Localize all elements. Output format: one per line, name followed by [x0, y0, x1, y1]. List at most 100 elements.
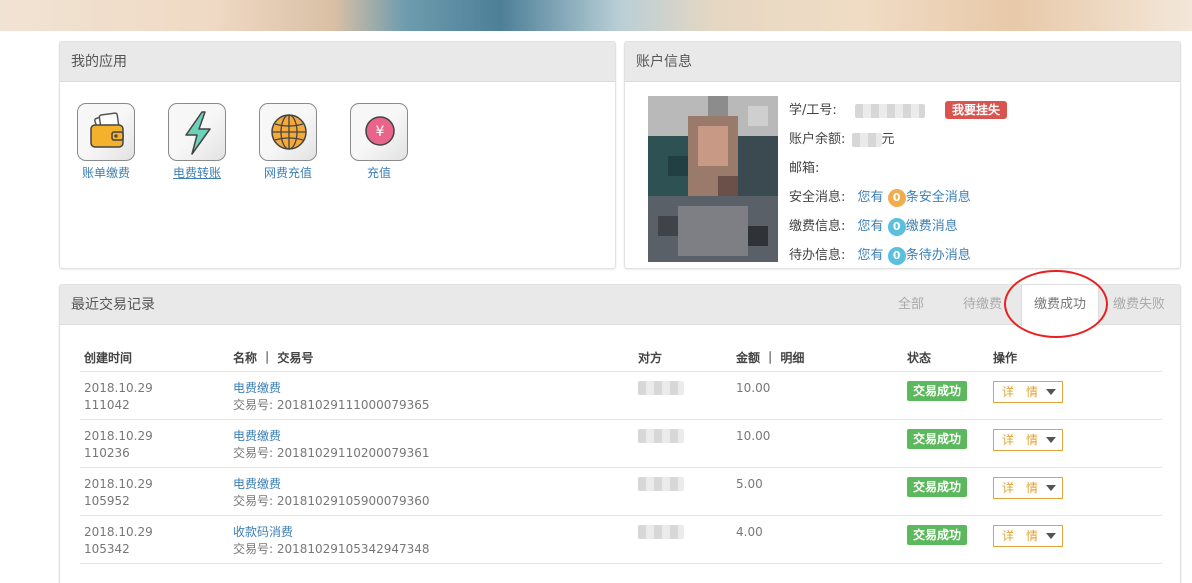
transaction-name-link[interactable]: 电费缴费	[233, 380, 634, 397]
amount-cell: 10.00	[732, 371, 903, 420]
transaction-name-link[interactable]: 电费缴费	[233, 476, 634, 493]
name-cell: 电费缴费 交易号: 20181029105900079360	[229, 467, 634, 516]
counterparty-value	[638, 429, 684, 443]
security-prefix: 您有	[857, 190, 884, 205]
app-label: 网费充值	[263, 166, 312, 180]
balance-row: 账户余额: 元	[789, 128, 895, 147]
my-apps-title: 我的应用	[60, 42, 615, 82]
name-cell: 电费缴费 交易号: 20181029111000079365	[229, 371, 634, 420]
todo-count-badge: 0	[887, 246, 906, 265]
table-header-row: 创建时间 名称 ｜ 交易号 对方 金额 ｜ 明细 状态 操作	[80, 345, 1162, 372]
detail-button[interactable]: 详 情	[993, 428, 1063, 451]
recent-transactions-panel: 最近交易记录 全部 待缴费 缴费成功 缴费失败 创建时间 名称 ｜ 交易号 对方…	[59, 284, 1181, 583]
my-apps-panel: 我的应用 账单缴费 电费转账 网费充值 ¥ 充值	[59, 41, 616, 269]
transaction-number: 交易号: 20181029105900079360	[233, 493, 430, 508]
status-cell: 交易成功	[903, 419, 989, 468]
created-date: 2018.10.29	[84, 476, 153, 491]
created-date: 2018.10.29	[84, 524, 153, 539]
app-bill-payment[interactable]: 账单缴费	[71, 103, 141, 181]
created-time: 105342	[84, 541, 130, 556]
todo-row: 待办信息: 您有 0 条待办消息	[789, 244, 971, 265]
student-id-label: 学/工号:	[789, 103, 837, 118]
col-action: 操作	[989, 345, 1162, 372]
account-info-title: 账户信息	[625, 42, 1180, 82]
report-loss-button[interactable]: 我要挂失	[945, 101, 1008, 119]
status-badge: 交易成功	[907, 524, 968, 545]
action-cell: 详 情	[989, 515, 1162, 564]
table-row: 2018.10.29 111042 电费缴费 交易号: 20181029111000…	[80, 371, 1162, 420]
tab-failed[interactable]: 缴费失败	[1109, 285, 1169, 325]
red-highlight-circle	[1004, 270, 1108, 338]
balance-label: 账户余额:	[789, 132, 846, 147]
created-time: 110236	[84, 445, 130, 460]
detail-label: 详 情	[1002, 384, 1039, 399]
app-label: 账单缴费	[81, 166, 130, 180]
counterparty-cell	[634, 419, 732, 468]
student-id-value	[854, 103, 925, 118]
status-cell: 交易成功	[903, 371, 989, 420]
created-cell: 2018.10.29 105342	[80, 515, 229, 564]
detail-label: 详 情	[1002, 480, 1039, 495]
col-status: 状态	[903, 345, 989, 372]
transaction-name-link[interactable]: 收款码消费	[233, 524, 634, 541]
created-cell: 2018.10.29 111042	[80, 371, 229, 420]
app-electric-transfer[interactable]: 电费转账	[162, 103, 232, 181]
created-cell: 2018.10.29 110236	[80, 419, 229, 468]
counterparty-value	[638, 477, 684, 491]
transaction-number: 交易号: 20181029111000079365	[233, 397, 430, 412]
action-cell: 详 情	[989, 419, 1162, 468]
globe-icon	[259, 103, 317, 161]
student-id-row: 学/工号: 我要挂失	[789, 99, 1008, 119]
yen-coin-icon: ¥	[350, 103, 408, 161]
email-row: 邮箱:	[789, 157, 819, 176]
caret-down-icon	[1046, 532, 1056, 539]
table-row: 2018.10.29 105342 收款码消费 交易号: 2018102910534…	[80, 515, 1162, 564]
todo-messages-link[interactable]: 条待办消息	[906, 248, 971, 263]
security-label: 安全消息:	[789, 190, 846, 205]
action-cell: 详 情	[989, 371, 1162, 420]
security-row: 安全消息: 您有 0 条安全消息	[789, 186, 971, 207]
col-counterparty: 对方	[634, 345, 732, 372]
detail-button[interactable]: 详 情	[993, 380, 1063, 403]
email-label: 邮箱:	[789, 161, 820, 176]
payment-messages-link[interactable]: 缴费消息	[906, 219, 958, 234]
caret-down-icon	[1046, 484, 1056, 491]
svg-text:¥: ¥	[376, 124, 385, 140]
lightning-icon	[168, 103, 226, 161]
status-badge: 交易成功	[907, 428, 968, 449]
security-messages-link[interactable]: 条安全消息	[906, 190, 971, 205]
created-date: 2018.10.29	[84, 428, 153, 443]
app-recharge[interactable]: ¥ 充值	[344, 103, 414, 181]
table-row: 2018.10.29 105952 电费缴费 交易号: 20181029105900…	[80, 467, 1162, 516]
payment-row: 缴费信息: 您有 0 缴费消息	[789, 215, 958, 236]
detail-button[interactable]: 详 情	[993, 476, 1063, 499]
created-date: 2018.10.29	[84, 380, 153, 395]
amount-cell: 10.00	[732, 419, 903, 468]
todo-label: 待办信息:	[789, 248, 846, 263]
user-avatar	[648, 96, 778, 262]
balance-unit: 元	[881, 132, 895, 147]
transaction-name-link[interactable]: 电费缴费	[233, 428, 634, 445]
balance-value	[851, 132, 882, 147]
payment-label: 缴费信息:	[789, 219, 846, 234]
transactions-table: 创建时间 名称 ｜ 交易号 对方 金额 ｜ 明细 状态 操作 2018.10.2…	[80, 345, 1162, 564]
counterparty-value	[638, 525, 684, 539]
created-cell: 2018.10.29 105952	[80, 467, 229, 516]
table-row: 2018.10.29 110236 电费缴费 交易号: 20181029110200…	[80, 419, 1162, 468]
status-badge: 交易成功	[907, 380, 968, 401]
amount-cell: 4.00	[732, 515, 903, 564]
created-time: 111042	[84, 397, 130, 412]
detail-button[interactable]: 详 情	[993, 524, 1063, 547]
app-internet-recharge[interactable]: 网费充值	[253, 103, 323, 181]
col-created: 创建时间	[80, 345, 229, 372]
app-label: 电费转账	[172, 166, 221, 180]
counterparty-cell	[634, 371, 732, 420]
amount-cell: 5.00	[732, 467, 903, 516]
counterparty-cell	[634, 515, 732, 564]
status-badge: 交易成功	[907, 476, 968, 497]
caret-down-icon	[1046, 436, 1056, 443]
transaction-number: 交易号: 20181029105342947348	[233, 541, 430, 556]
payment-count-badge: 0	[887, 217, 906, 236]
tab-pending[interactable]: 待缴费	[955, 285, 1010, 325]
tab-all[interactable]: 全部	[886, 285, 936, 325]
